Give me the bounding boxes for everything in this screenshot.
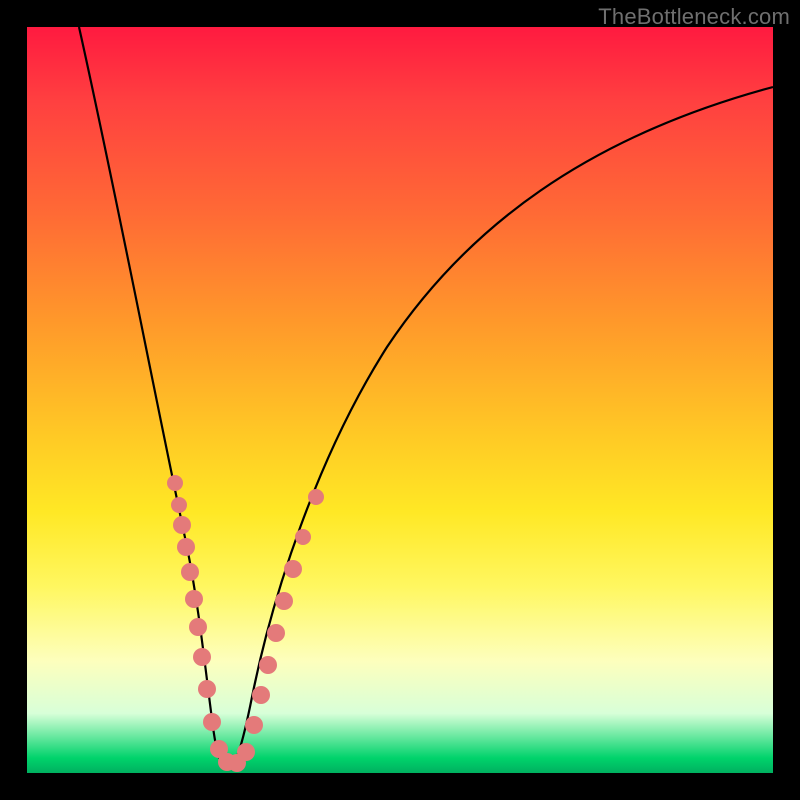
data-point [198, 680, 216, 698]
data-point [189, 618, 207, 636]
data-point [284, 560, 302, 578]
data-point [259, 656, 277, 674]
data-point [295, 529, 311, 545]
data-point [267, 624, 285, 642]
chart-svg [27, 27, 773, 773]
data-point [185, 590, 203, 608]
bottleneck-curve [79, 27, 773, 769]
data-point [193, 648, 211, 666]
data-point [245, 716, 263, 734]
data-point [308, 489, 324, 505]
data-point [275, 592, 293, 610]
data-point [171, 497, 187, 513]
data-point [177, 538, 195, 556]
data-point [173, 516, 191, 534]
chart-plot-area [27, 27, 773, 773]
data-point [167, 475, 183, 491]
data-point [237, 743, 255, 761]
data-point [181, 563, 199, 581]
data-point [203, 713, 221, 731]
watermark-text: TheBottleneck.com [598, 4, 790, 30]
data-point [252, 686, 270, 704]
